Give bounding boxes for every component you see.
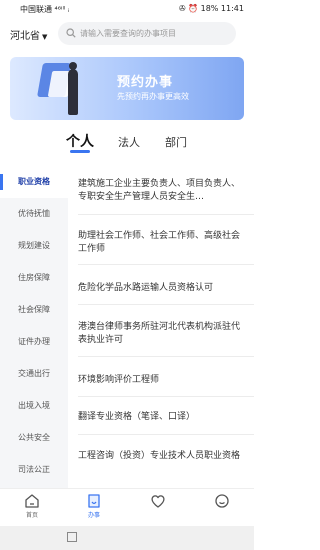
person-illustration [68, 69, 78, 115]
heart-icon [151, 495, 165, 508]
category-item-transportation[interactable]: 交通出行 [0, 358, 68, 390]
system-navigation-bar [0, 526, 254, 550]
chevron-down-icon: ▼ [42, 33, 48, 41]
province-label: 河北省 [10, 31, 40, 42]
document-icon [88, 494, 100, 508]
nav-profile[interactable] [202, 493, 242, 510]
divider [78, 356, 254, 357]
divider [78, 434, 254, 435]
divider [78, 214, 254, 215]
list-item[interactable]: 港澳台律师事务所驻河北代表机构派驻代表执业许可 [78, 321, 248, 347]
nav-home[interactable]: 首页 [12, 493, 52, 519]
list-item[interactable]: 建筑施工企业主要负责人、项目负责人、专职安全生产管理人员安全生… [78, 178, 248, 204]
category-item-vocational-qualification[interactable]: 职业资格 [0, 166, 68, 198]
list-item[interactable]: 工程咨询（投资）专业技术人员职业资格 [78, 450, 248, 463]
category-item-certificates[interactable]: 证件办理 [0, 326, 68, 358]
category-item-planning-construction[interactable]: 规划建设 [0, 230, 68, 262]
list-item[interactable]: 环境影响评价工程师 [78, 374, 248, 387]
service-item-list: 建筑施工企业主要负责人、项目负责人、专职安全生产管理人员安全生… 助理社会工作师… [78, 166, 254, 488]
user-type-tabs: 个人 法人 部门 [0, 128, 254, 158]
banner-subtitle: 先预约再办事更高效 [117, 92, 189, 101]
nav-services-label: 办事 [87, 512, 100, 519]
list-item[interactable]: 助理社会工作师、社会工作师、高级社会工作师 [78, 230, 248, 256]
nav-favorites[interactable] [138, 493, 178, 510]
divider [78, 304, 254, 305]
search-row: 河北省 ▼ 请输入需要查询的办事项目 [0, 22, 254, 46]
home-icon [25, 494, 39, 508]
appointment-banner[interactable]: 预约办事 先预约再办事更高效 [10, 57, 244, 120]
category-item-housing-security[interactable]: 住房保障 [0, 262, 68, 294]
recent-apps-icon[interactable] [67, 532, 77, 542]
category-item-judicial-justice[interactable]: 司法公正 [0, 454, 68, 486]
search-icon [66, 28, 76, 38]
category-item-social-security[interactable]: 社会保障 [0, 294, 68, 326]
bottom-navigation: 首页 办事 [0, 488, 254, 526]
category-item-preferential-care[interactable]: 优待抚恤 [0, 198, 68, 230]
divider [78, 264, 254, 265]
nav-services[interactable]: 办事 [74, 493, 114, 519]
status-bar: 中国联通 ⁴⁶ᴵˡˡ ᵢ ✇ ⏰ 18% 11:41 [0, 0, 254, 18]
tab-legal-person[interactable]: 法人 [118, 134, 140, 150]
search-input[interactable]: 请输入需要查询的办事项目 [58, 22, 236, 45]
banner-title: 预约办事 [117, 75, 174, 90]
tab-personal[interactable]: 个人 [66, 131, 94, 151]
status-right: ✇ ⏰ 18% 11:41 [178, 4, 244, 13]
province-selector[interactable]: 河北省 ▼ [10, 27, 47, 42]
active-tab-indicator [70, 150, 90, 153]
category-item-public-safety[interactable]: 公共安全 [0, 422, 68, 454]
tab-department[interactable]: 部门 [165, 134, 187, 150]
carrier-text: 中国联通 ⁴⁶ᴵˡˡ ᵢ [20, 5, 70, 14]
list-item[interactable]: 翻译专业资格（笔译、口译） [78, 411, 248, 424]
category-sidebar: 职业资格 优待抚恤 规划建设 住房保障 社会保障 证件办理 交通出行 出境入境 … [0, 166, 68, 488]
user-icon [215, 494, 229, 508]
nav-home-label: 首页 [25, 512, 38, 519]
search-placeholder: 请输入需要查询的办事项目 [80, 29, 176, 38]
list-item[interactable]: 危险化学品水路运输人员资格认可 [78, 282, 248, 295]
category-item-exit-entry[interactable]: 出境入境 [0, 390, 68, 422]
divider [78, 396, 254, 397]
